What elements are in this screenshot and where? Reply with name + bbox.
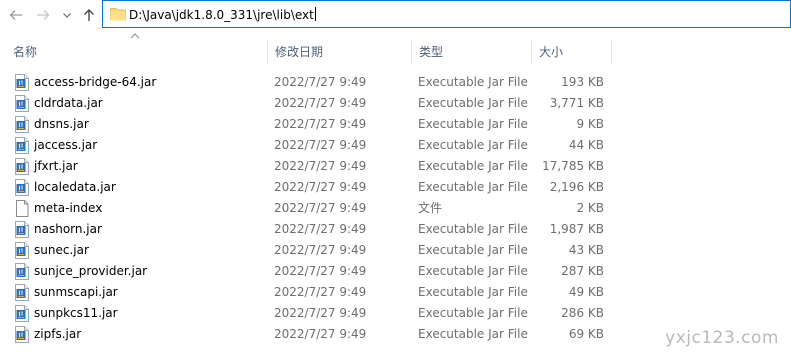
file-type: Executable Jar File [418, 306, 528, 320]
file-type: Executable Jar File [418, 327, 528, 341]
file-size: 193 KB [561, 75, 604, 89]
jar-icon [14, 326, 30, 343]
address-path[interactable]: D:\Java\jdk1.8.0_331\jre\lib\ext [129, 7, 316, 22]
jar-icon [14, 74, 30, 91]
forward-arrow-icon [37, 10, 50, 20]
column-header-size[interactable]: 大小 [531, 38, 611, 66]
file-name: localedata.jar [34, 180, 116, 194]
file-name: jaccess.jar [34, 138, 98, 152]
file-row[interactable]: sunmscapi.jar 2022/7/27 9:49 Executable … [0, 282, 611, 303]
file-date: 2022/7/27 9:49 [274, 243, 367, 257]
blank-file-icon [14, 200, 30, 217]
file-size: 69 KB [568, 327, 604, 341]
jar-icon [14, 263, 30, 280]
file-type: Executable Jar File [418, 285, 528, 299]
file-size: 2,196 KB [549, 180, 604, 194]
chevron-down-icon [63, 13, 71, 18]
file-date: 2022/7/27 9:49 [274, 222, 367, 236]
file-date: 2022/7/27 9:49 [274, 159, 367, 173]
file-row[interactable]: sunjce_provider.jar 2022/7/27 9:49 Execu… [0, 261, 611, 282]
navigation-bar: D:\Java\jdk1.8.0_331\jre\lib\ext [0, 0, 791, 30]
back-button[interactable] [7, 6, 25, 24]
file-size: 49 KB [568, 285, 604, 299]
file-size: 17,785 KB [542, 159, 604, 173]
file-row[interactable]: access-bridge-64.jar 2022/7/27 9:49 Exec… [0, 72, 611, 93]
file-size: 43 KB [568, 243, 604, 257]
file-row[interactable]: sunec.jar 2022/7/27 9:49 Executable Jar … [0, 240, 611, 261]
file-row[interactable]: cldrdata.jar 2022/7/27 9:49 Executable J… [0, 93, 611, 114]
jar-icon [14, 284, 30, 301]
file-name: sunjce_provider.jar [34, 264, 148, 278]
file-size: 286 KB [561, 306, 604, 320]
file-date: 2022/7/27 9:49 [274, 264, 367, 278]
column-divider[interactable] [611, 40, 612, 64]
file-date: 2022/7/27 9:49 [274, 96, 367, 110]
file-name: meta-index [34, 201, 103, 215]
file-name: sunpkcs11.jar [34, 306, 118, 320]
file-size: 9 KB [576, 117, 604, 131]
up-arrow-icon [84, 9, 94, 21]
jar-icon [14, 137, 30, 154]
file-type: Executable Jar File [418, 243, 528, 257]
file-size: 287 KB [561, 264, 604, 278]
watermark: yxjc123.com [665, 328, 779, 348]
file-row[interactable]: sunpkcs11.jar 2022/7/27 9:49 Executable … [0, 303, 611, 324]
file-type: Executable Jar File [418, 117, 528, 131]
file-date: 2022/7/27 9:49 [274, 201, 367, 215]
column-header-name[interactable]: 名称 [5, 38, 267, 66]
file-size: 3,771 KB [549, 96, 604, 110]
file-date: 2022/7/27 9:49 [274, 138, 367, 152]
column-header-row: 名称 修改日期 类型 大小 [0, 33, 791, 66]
file-name: dnsns.jar [34, 117, 89, 131]
file-type: Executable Jar File [418, 96, 528, 110]
forward-button[interactable] [34, 6, 52, 24]
address-bar[interactable]: D:\Java\jdk1.8.0_331\jre\lib\ext [102, 0, 791, 28]
file-date: 2022/7/27 9:49 [274, 180, 367, 194]
file-size: 2 KB [576, 201, 604, 215]
file-type: Executable Jar File [418, 264, 528, 278]
file-row[interactable]: localedata.jar 2022/7/27 9:49 Executable… [0, 177, 611, 198]
jar-icon [14, 305, 30, 322]
text-cursor [314, 7, 316, 21]
file-date: 2022/7/27 9:49 [274, 306, 367, 320]
file-name: jfxrt.jar [34, 159, 78, 173]
file-date: 2022/7/27 9:49 [274, 75, 367, 89]
file-size: 44 KB [568, 138, 604, 152]
jar-icon [14, 179, 30, 196]
file-row[interactable]: jaccess.jar 2022/7/27 9:49 Executable Ja… [0, 135, 611, 156]
file-name: cldrdata.jar [34, 96, 103, 110]
jar-icon [14, 95, 30, 112]
folder-icon [110, 8, 126, 21]
file-row[interactable]: dnsns.jar 2022/7/27 9:49 Executable Jar … [0, 114, 611, 135]
jar-icon [14, 116, 30, 133]
recent-locations-button[interactable] [60, 6, 74, 24]
jar-icon [14, 158, 30, 175]
file-row[interactable]: zipfs.jar 2022/7/27 9:49 Executable Jar … [0, 324, 611, 345]
column-header-type[interactable]: 类型 [411, 38, 531, 66]
back-arrow-icon [9, 10, 22, 20]
jar-icon [14, 242, 30, 259]
file-date: 2022/7/27 9:49 [274, 117, 367, 131]
file-row[interactable]: meta-index 2022/7/27 9:49 文件 2 KB [0, 198, 611, 219]
file-type: Executable Jar File [418, 138, 528, 152]
file-row[interactable]: jfxrt.jar 2022/7/27 9:49 Executable Jar … [0, 156, 611, 177]
file-type: Executable Jar File [418, 180, 528, 194]
file-size: 1,987 KB [549, 222, 604, 236]
file-date: 2022/7/27 9:49 [274, 327, 367, 341]
file-type: Executable Jar File [418, 159, 528, 173]
file-row[interactable]: nashorn.jar 2022/7/27 9:49 Executable Ja… [0, 219, 611, 240]
file-name: sunmscapi.jar [34, 285, 118, 299]
column-header-date[interactable]: 修改日期 [267, 38, 411, 66]
file-type: Executable Jar File [418, 222, 528, 236]
file-name: zipfs.jar [34, 327, 82, 341]
file-name: nashorn.jar [34, 222, 102, 236]
file-name: sunec.jar [34, 243, 89, 257]
file-type: 文件 [418, 201, 443, 215]
jar-icon [14, 221, 30, 238]
file-name: access-bridge-64.jar [34, 75, 157, 89]
file-date: 2022/7/27 9:49 [274, 285, 367, 299]
up-button[interactable] [80, 6, 98, 24]
file-type: Executable Jar File [418, 75, 528, 89]
